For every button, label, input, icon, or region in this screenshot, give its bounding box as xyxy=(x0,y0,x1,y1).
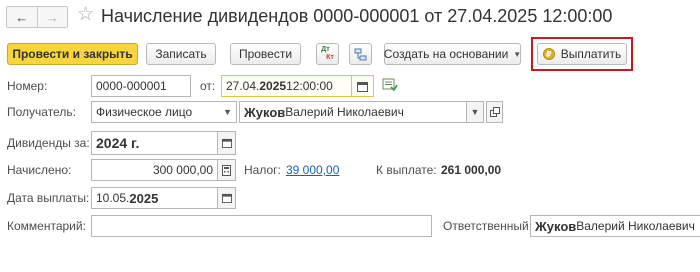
create-based-on-button[interactable]: Создать на основании ▼ xyxy=(384,43,521,65)
calendar-glyph-icon xyxy=(221,138,232,148)
recipient-type-value: Физическое лицо xyxy=(96,105,193,119)
report-structure-icon[interactable] xyxy=(349,43,372,65)
date-time: 12:00:00 xyxy=(286,79,333,93)
recipient-type-select[interactable]: Физическое лицо ▼ xyxy=(91,101,237,123)
calendar-glyph-icon xyxy=(357,81,368,92)
save-button[interactable]: Записать xyxy=(146,43,216,65)
journal-icon xyxy=(382,78,398,92)
calendar-glyph-icon xyxy=(221,193,232,203)
date-day-month: 27.04. xyxy=(226,79,260,93)
period-calendar-icon[interactable] xyxy=(218,131,236,155)
recipient-dropdown-button[interactable]: ▼ xyxy=(467,101,484,123)
open-window-icon xyxy=(489,107,500,117)
back-arrow-icon[interactable]: ← xyxy=(7,7,38,27)
payment-date-label: Дата выплаты: xyxy=(7,191,90,205)
chevron-down-icon: ▼ xyxy=(223,107,232,117)
pay-button-label: Выплатить xyxy=(560,47,622,61)
post-and-close-button[interactable]: Провести и закрыть xyxy=(7,43,138,65)
pay-button[interactable]: ₽ Выплатить xyxy=(537,43,627,65)
dividends-period-field[interactable]: 2024 г. xyxy=(91,131,218,155)
calendar-icon[interactable] xyxy=(352,75,374,97)
post-button[interactable]: Провести xyxy=(230,43,301,65)
date-year: 2025 xyxy=(259,79,287,93)
chevron-down-icon: ▼ xyxy=(470,107,480,117)
tax-label: Налог: xyxy=(244,163,281,177)
recipient-name-field[interactable]: Жуков Валерий Николаевич xyxy=(239,101,467,123)
payment-date-day-month: 10.05. xyxy=(96,191,130,205)
comment-label: Комментарий: xyxy=(7,219,86,233)
favorite-star-icon[interactable]: ☆ xyxy=(77,4,94,26)
responsible-surname: Жуков xyxy=(535,218,577,234)
calculator-glyph-icon xyxy=(222,164,231,176)
comment-field[interactable] xyxy=(91,215,432,237)
tax-amount-link[interactable]: 39 000,00 xyxy=(286,162,339,178)
date-from-label: от: xyxy=(200,79,216,93)
dt-kt-icon[interactable]: Дт Кт xyxy=(316,43,339,65)
responsible-label: Ответственный: xyxy=(443,219,533,233)
to-pay-amount: 261 000,00 xyxy=(441,163,502,177)
recipient-surname: Жуков xyxy=(244,104,286,120)
coin-icon: ₽ xyxy=(542,48,555,60)
open-recipient-icon[interactable] xyxy=(486,101,503,123)
to-pay-label: К выплате: xyxy=(376,163,437,177)
responsible-field[interactable]: Жуков Валерий Николаевич xyxy=(530,215,700,237)
create-based-on-label: Создать на основании xyxy=(383,47,509,61)
chevron-down-icon: ▼ xyxy=(513,49,522,59)
kt-text: Кт xyxy=(326,54,334,61)
navigation-buttons: ← → xyxy=(6,6,68,28)
number-label: Номер: xyxy=(7,79,48,93)
payment-date-field[interactable]: 10.05. 2025 xyxy=(91,187,218,209)
number-field[interactable]: 0000-000001 xyxy=(91,75,191,97)
calculator-icon[interactable] xyxy=(218,159,236,181)
payment-calendar-icon[interactable] xyxy=(218,187,236,209)
recipient-label: Получатель: xyxy=(7,105,76,119)
document-history-icon[interactable] xyxy=(382,78,398,95)
document-date-field[interactable]: 27.04. 2025 12:00:00 xyxy=(221,75,352,97)
accrued-amount-field[interactable]: 300 000,00 xyxy=(91,159,218,181)
responsible-given-names: Валерий Николаевич xyxy=(576,219,695,233)
accrued-label: Начислено: xyxy=(7,163,72,177)
dividends-for-label: Дивиденды за: xyxy=(7,136,90,150)
dt-text: Дт xyxy=(321,46,330,53)
recipient-given-names: Валерий Николаевич xyxy=(285,105,404,119)
payment-date-year: 2025 xyxy=(129,190,159,206)
structure-icon xyxy=(354,48,367,60)
document-title: Начисление дивидендов 0000-000001 от 27.… xyxy=(101,6,613,26)
forward-arrow-icon[interactable]: → xyxy=(38,7,68,27)
